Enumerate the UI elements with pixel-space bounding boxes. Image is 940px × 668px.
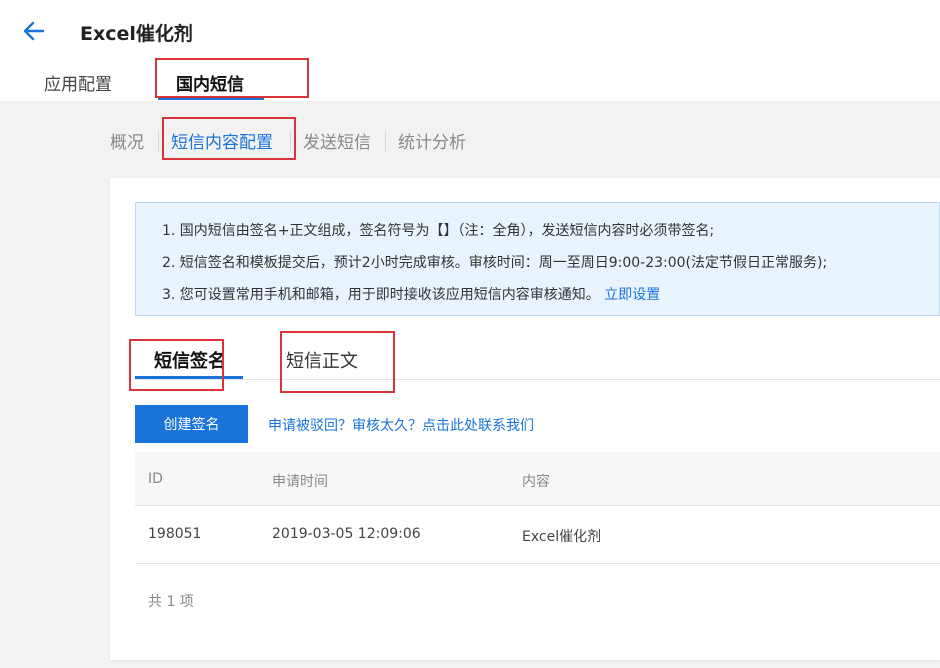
tab-sms-body[interactable]: 短信正文 (286, 347, 358, 373)
active-tab-indicator (158, 97, 264, 100)
app-title: Excel催化剂 (80, 23, 193, 45)
subnav-send-sms[interactable]: 发送短信 (303, 128, 371, 153)
table-header: ID 申请时间 内容 (135, 452, 940, 506)
notice-line-3-text: 3. 您可设置常用手机和邮箱，用于即时接收该应用短信内容审核通知。 (162, 287, 600, 303)
tab-app-config[interactable]: 应用配置 (44, 70, 112, 95)
notice-line-1: 1. 国内短信由签名+正文组成，签名符号为【】（注：全角），发送短信内容时必须带… (162, 223, 715, 239)
tab-domestic-sms[interactable]: 国内短信 (176, 70, 244, 95)
cell-content: Excel催化剂 (522, 529, 602, 545)
notice-line-2: 2. 短信签名和模板提交后，预计2小时完成审核。审核时间：周一至周日9:00-2… (162, 255, 828, 271)
notice-panel: 1. 国内短信由签名+正文组成，签名符号为【】（注：全角），发送短信内容时必须带… (135, 202, 940, 316)
contact-us-link[interactable]: 申请被驳回？审核太久？点击此处联系我们 (268, 415, 534, 435)
cell-id: 198051 (148, 526, 202, 542)
subnav-divider (158, 131, 159, 151)
column-header-apply-time: 申请时间 (272, 474, 328, 490)
subnav-divider (290, 131, 291, 151)
cell-apply-time: 2019-03-05 12:09:06 (272, 526, 421, 542)
subnav-divider (385, 131, 386, 151)
table-total-count: 共 1 项 (148, 594, 194, 610)
set-now-link[interactable]: 立即设置 (604, 287, 660, 303)
subnav-sms-content-config[interactable]: 短信内容配置 (171, 128, 273, 153)
arrow-left-icon[interactable] (22, 20, 46, 42)
app-header: Excel催化剂 应用配置 国内短信 (0, 0, 940, 101)
create-signature-button[interactable]: 创建签名 (135, 405, 248, 443)
inner-tab-divider (135, 379, 940, 380)
subnav-statistics[interactable]: 统计分析 (398, 128, 466, 153)
tab-sms-signature[interactable]: 短信签名 (154, 347, 226, 373)
column-header-content: 内容 (522, 474, 550, 490)
subnav-overview[interactable]: 概况 (110, 128, 144, 153)
table-row: 198051 2019-03-05 12:09:06 Excel催化剂 (135, 506, 940, 564)
notice-line-3: 3. 您可设置常用手机和邮箱，用于即时接收该应用短信内容审核通知。 立即设置 (162, 284, 660, 304)
column-header-id: ID (148, 471, 163, 487)
